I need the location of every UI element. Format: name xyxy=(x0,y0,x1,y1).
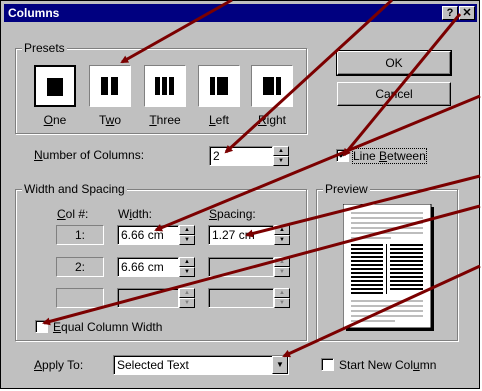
width-header: Width: xyxy=(118,207,153,221)
width-input[interactable]: 6.66 cm xyxy=(117,257,179,277)
preset-left-label: Left xyxy=(208,113,230,127)
spacing-input[interactable] xyxy=(208,257,274,277)
preview-page xyxy=(343,204,434,331)
number-of-columns-spinner[interactable]: ▲ ▼ xyxy=(273,146,289,166)
spin-up-icon[interactable]: ▲ xyxy=(273,146,289,156)
preset-right[interactable] xyxy=(251,65,293,107)
spin-down-icon[interactable]: ▼ xyxy=(273,156,289,166)
width-input[interactable] xyxy=(117,288,179,308)
preset-three-icon xyxy=(155,77,174,95)
preset-two[interactable] xyxy=(89,65,131,107)
preset-one-label: One xyxy=(43,113,67,127)
spacing-header: Spacing: xyxy=(209,207,256,221)
apply-to-dropdown[interactable]: Selected Text xyxy=(113,355,289,375)
col-number-cell: 1: xyxy=(56,225,104,245)
preset-three-label: Three xyxy=(149,113,181,127)
spin-up-icon[interactable]: ▲ xyxy=(179,288,195,298)
preset-right-label: Right xyxy=(257,113,287,127)
close-button[interactable]: ✕ xyxy=(459,6,475,20)
apply-to-label: Apply To: xyxy=(34,358,84,372)
help-icon: ? xyxy=(446,7,454,19)
width-spinner[interactable]: ▲ ▼ xyxy=(179,288,195,308)
line-between-label: Line Between xyxy=(352,148,427,164)
help-button[interactable]: ? xyxy=(442,6,458,20)
dialog-title: Columns xyxy=(8,6,60,20)
spin-up-icon[interactable]: ▲ xyxy=(274,225,290,235)
preset-three[interactable] xyxy=(144,65,186,107)
spin-down-icon[interactable]: ▼ xyxy=(274,267,290,277)
preset-right-icon xyxy=(263,77,281,95)
preset-left-icon xyxy=(210,77,228,95)
spin-up-icon[interactable]: ▲ xyxy=(274,288,290,298)
spacing-spinner[interactable]: ▲ ▼ xyxy=(274,257,290,277)
col-number-cell: 2: xyxy=(56,257,104,277)
chevron-down-icon[interactable]: ▼ xyxy=(272,356,288,374)
title-bar[interactable]: Columns ? ✕ xyxy=(4,4,477,22)
spacing-spinner[interactable]: ▲ ▼ xyxy=(274,288,290,308)
columns-dialog: Columns ? ✕ Presets One Two Three Left R… xyxy=(0,0,480,389)
ok-button[interactable]: OK xyxy=(336,50,452,76)
preview-label: Preview xyxy=(323,182,370,196)
preset-one-icon xyxy=(47,78,63,96)
width-spacing-label: Width and Spacing xyxy=(22,182,127,196)
presets-label: Presets xyxy=(22,41,67,55)
spin-down-icon[interactable]: ▼ xyxy=(274,235,290,245)
equal-column-width-label: Equal Column Width xyxy=(53,320,163,334)
equal-column-width-checkbox[interactable] xyxy=(35,320,48,333)
col-number-header: Col #: xyxy=(57,207,89,221)
preset-left[interactable] xyxy=(198,65,240,107)
start-new-column-checkbox[interactable] xyxy=(321,358,334,371)
width-spinner[interactable]: ▲ ▼ xyxy=(179,257,195,277)
spin-down-icon[interactable]: ▼ xyxy=(274,298,290,308)
spacing-input[interactable] xyxy=(208,288,274,308)
spin-up-icon[interactable]: ▲ xyxy=(274,257,290,267)
spin-down-icon[interactable]: ▼ xyxy=(179,267,195,277)
col-number-cell xyxy=(56,288,104,308)
spin-down-icon[interactable]: ▼ xyxy=(179,298,195,308)
preset-two-label: Two xyxy=(98,113,122,127)
spacing-input[interactable]: 1.27 cm xyxy=(208,225,274,245)
width-input[interactable]: 6.66 cm xyxy=(117,225,179,245)
cancel-button[interactable]: Cancel xyxy=(337,82,451,106)
preset-two-icon xyxy=(101,77,118,95)
spacing-spinner[interactable]: ▲ ▼ xyxy=(274,225,290,245)
line-between-checkbox[interactable]: ✔ xyxy=(336,149,349,162)
spin-up-icon[interactable]: ▲ xyxy=(179,225,195,235)
spin-down-icon[interactable]: ▼ xyxy=(179,235,195,245)
start-new-column-label: Start New Column xyxy=(339,358,437,372)
number-of-columns-input[interactable]: 2 xyxy=(209,146,273,166)
close-icon: ✕ xyxy=(462,7,472,19)
width-spinner[interactable]: ▲ ▼ xyxy=(179,225,195,245)
preset-one[interactable] xyxy=(34,65,76,107)
number-of-columns-label: Number of Columns: xyxy=(34,148,145,162)
spin-up-icon[interactable]: ▲ xyxy=(179,257,195,267)
